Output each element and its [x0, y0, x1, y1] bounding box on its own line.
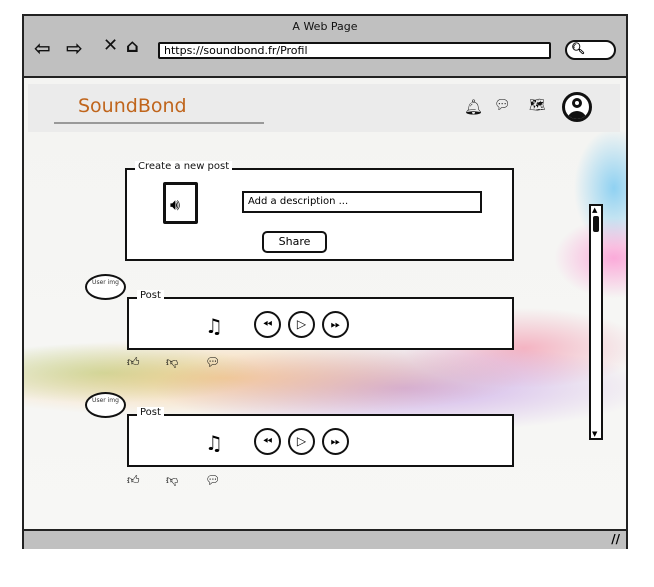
- fast-forward-button[interactable]: ⏩︎: [322, 311, 349, 338]
- play-button[interactable]: ▷: [288, 428, 315, 455]
- rewind-button[interactable]: ⏪︎: [254, 311, 281, 338]
- scroll-up-icon[interactable]: ▲: [592, 206, 597, 214]
- thumbs-down-icon[interactable]: 👎︎: [166, 355, 178, 370]
- url-field[interactable]: https://soundbond.fr/Profil: [158, 42, 551, 59]
- search-icon: 🔍︎: [571, 42, 585, 55]
- comment-icon[interactable]: 💬︎: [205, 355, 220, 369]
- fast-forward-button[interactable]: ⏩︎: [322, 428, 349, 455]
- scrollbar[interactable]: ▲ ▼: [589, 204, 603, 440]
- logo[interactable]: SoundBond: [78, 95, 187, 117]
- user-img: User img: [85, 392, 126, 418]
- post-card: Post ♫ ⏪︎ ▷ ⏩︎: [127, 407, 514, 467]
- window-title: A Web Page: [292, 20, 358, 33]
- post-legend: Post: [137, 290, 164, 301]
- browser-search-field[interactable]: 🔍︎: [565, 40, 616, 60]
- back-arrow-icon[interactable]: ⇦: [34, 36, 51, 60]
- post-card: Post ♫ ⏪︎ ▷ ⏩︎: [127, 290, 514, 350]
- create-post-legend: Create a new post: [135, 161, 233, 172]
- music-note-icon: ♫: [205, 314, 223, 338]
- home-icon[interactable]: ⌂: [126, 36, 139, 57]
- logo-underline: [54, 122, 264, 124]
- create-post-panel: Create a new post 🔊︎ Add a description .…: [125, 161, 514, 261]
- thumbs-down-icon[interactable]: 👎︎: [166, 473, 178, 488]
- rewind-button[interactable]: ⏪︎: [254, 428, 281, 455]
- user-img: User img: [85, 274, 126, 300]
- browser-window: A Web Page ⇦ ⇨ ✕ ⌂ https://soundbond.fr/…: [22, 14, 628, 549]
- browser-titlebar: A Web Page ⇦ ⇨ ✕ ⌂ https://soundbond.fr/…: [24, 16, 626, 78]
- music-note-icon: ♫: [205, 431, 223, 455]
- status-bar: //: [24, 529, 626, 549]
- resize-grip-icon[interactable]: //: [611, 532, 620, 546]
- scroll-down-icon[interactable]: ▼: [592, 430, 597, 438]
- close-icon[interactable]: ✕: [103, 35, 118, 56]
- audio-file-icon[interactable]: 🔊︎: [163, 182, 198, 224]
- map-icon[interactable]: 🗺︎: [529, 98, 546, 113]
- thumbs-up-icon[interactable]: 👍︎: [127, 355, 140, 370]
- thumbs-up-icon[interactable]: 👍︎: [127, 473, 140, 488]
- forward-arrow-icon[interactable]: ⇨: [66, 36, 83, 60]
- post-legend: Post: [137, 407, 164, 418]
- chat-icon[interactable]: 💬︎: [494, 98, 511, 113]
- site-header: SoundBond 🔔︎ 💬︎ 🗺︎: [28, 84, 620, 132]
- comment-icon[interactable]: 💬︎: [205, 473, 220, 487]
- play-button[interactable]: ▷: [288, 311, 315, 338]
- bell-icon[interactable]: 🔔︎: [464, 98, 483, 116]
- page-content: SoundBond 🔔︎ 💬︎ 🗺︎ Create a new post 🔊︎ …: [24, 78, 626, 529]
- user-avatar-icon[interactable]: [562, 92, 592, 122]
- share-button[interactable]: Share: [262, 231, 327, 253]
- description-input[interactable]: Add a description ...: [242, 191, 482, 213]
- scrollbar-thumb[interactable]: [593, 216, 599, 232]
